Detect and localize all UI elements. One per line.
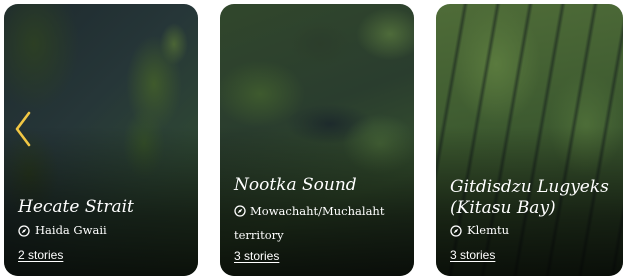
card-title: Gitdisdzu Lugyeks (Kitasu Bay)	[450, 177, 609, 219]
compass-icon	[234, 205, 246, 217]
card-title: Nootka Sound	[234, 175, 357, 195]
stories-link[interactable]: 2 stories	[18, 248, 63, 262]
card-title: Hecate Strait	[18, 197, 134, 217]
carousel-prev-button[interactable]	[10, 108, 36, 150]
card-title-line: (Kitasu Bay)	[450, 198, 556, 218]
card-location: Mowachaht/Muchalaht territory	[234, 199, 404, 247]
stories-link[interactable]: 3 stories	[234, 249, 279, 263]
chevron-left-icon	[15, 111, 31, 147]
card-location-label: Haida Gwaii	[35, 223, 107, 237]
place-card-gitdisdzu-lugyeks[interactable]: Gitdisdzu Lugyeks (Kitasu Bay) Klemtu 3 …	[436, 4, 623, 276]
stories-link[interactable]: 3 stories	[450, 248, 495, 262]
card-title-line: Gitdisdzu Lugyeks	[450, 177, 609, 197]
card-location: Klemtu	[450, 223, 509, 238]
card-location: Haida Gwaii	[18, 223, 107, 238]
card-location-label: Klemtu	[467, 223, 510, 237]
compass-icon	[18, 224, 30, 237]
place-card-nootka-sound[interactable]: Nootka Sound Mowachaht/Muchalaht territo…	[220, 4, 414, 276]
compass-icon	[450, 224, 462, 237]
card-location-label: Mowachaht/Muchalaht territory	[234, 204, 385, 242]
